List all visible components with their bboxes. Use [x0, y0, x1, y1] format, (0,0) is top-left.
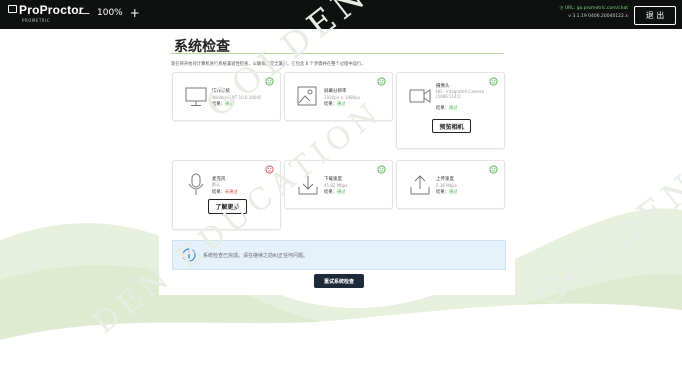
check-name: 屏幕分辨率 [324, 89, 347, 94]
pass-smiley-icon [489, 165, 498, 174]
result-value: 通过 [336, 102, 346, 107]
check-name: 上传速度 [436, 177, 454, 182]
image-icon [297, 86, 317, 106]
result-value: 通过 [336, 190, 346, 195]
logo-text: ProProctor [19, 3, 84, 17]
connection-status-icon: ◷ [559, 6, 564, 11]
result-label: 结果： [436, 106, 449, 111]
result-value: 通过 [448, 106, 458, 111]
url-label: URL: [564, 6, 576, 11]
title-divider [170, 53, 504, 54]
camera-icon [409, 89, 431, 103]
check-detail: 45.82 Mbps [324, 183, 348, 188]
logo-subtext: PROMETRIC [22, 18, 51, 23]
result-label: 结果： [324, 102, 337, 107]
check-name: 下载速度 [324, 177, 342, 182]
check-detail: HD - Integrated Camera (5986:1141) [436, 89, 484, 99]
logo-box-icon [8, 5, 17, 13]
check-card-upload-speed: 上传速度 5.36 Mbps 结果：通过 [396, 160, 505, 209]
zoom-controls: — 100% + [78, 7, 140, 19]
rerun-system-check-button[interactable]: 重试系统检查 [314, 274, 364, 288]
zoom-out-button[interactable]: — [78, 7, 90, 19]
result-label: 结果： [436, 190, 449, 195]
proproctor-logo: ProProctor PROMETRIC [8, 3, 84, 23]
check-detail: 默认 [212, 182, 220, 187]
pass-smiley-icon [377, 165, 386, 174]
microphone-icon [188, 173, 204, 195]
pass-smiley-icon [489, 77, 498, 86]
pass-smiley-icon [377, 77, 386, 86]
check-detail: 5.36 Mbps [436, 183, 457, 188]
zoom-level: 100% [97, 8, 123, 18]
upload-icon [410, 175, 430, 195]
check-card-camera: 摄像头 HD - Integrated Camera (5986:1141) 结… [396, 72, 505, 149]
zoom-in-button[interactable]: + [130, 7, 140, 19]
preview-camera-button[interactable]: 预览相机 [432, 119, 471, 133]
result-label: 结果： [212, 190, 225, 195]
connection-info: ◷ URL: go.prometric.com/chat v 3.1.19 04… [560, 5, 628, 21]
exit-button[interactable]: 退 出 [634, 6, 676, 25]
result-value: 通过 [448, 190, 458, 195]
result-label: 结果： [324, 190, 337, 195]
version-text: v 3.1.19 0406.20040122.x [568, 14, 628, 19]
url-text: go.prometric.com/chat [576, 6, 628, 11]
result-value: 未通过 [224, 190, 238, 195]
check-detail: 1920px × 1080px [324, 95, 361, 100]
